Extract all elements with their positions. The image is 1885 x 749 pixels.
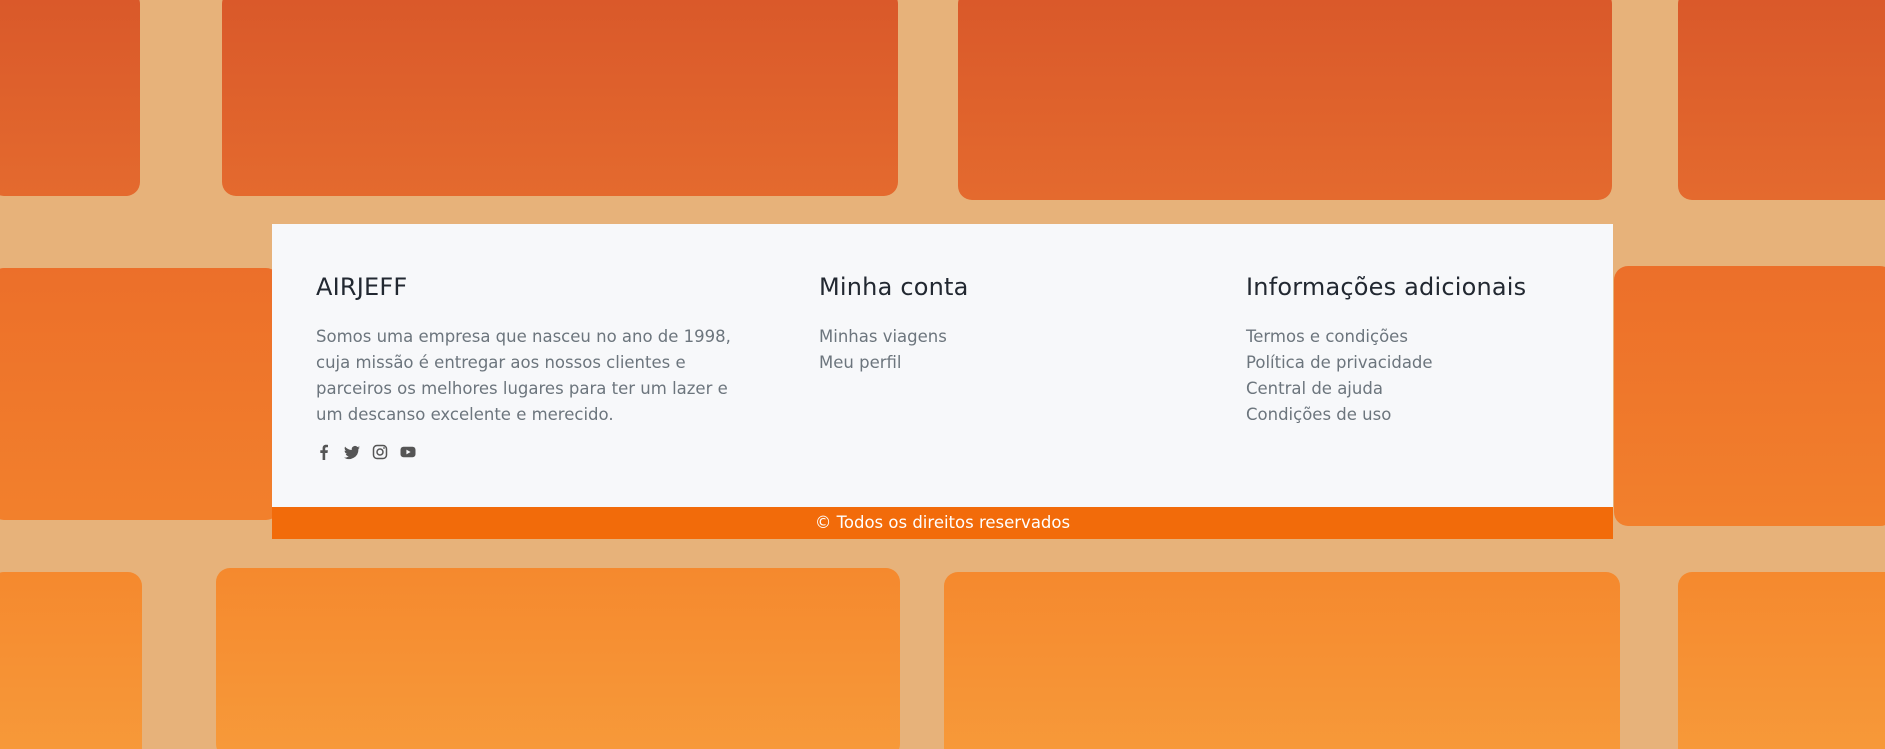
info-title: Informações adicionais xyxy=(1246,273,1527,301)
twitter-icon[interactable] xyxy=(344,444,360,460)
copyright-bar: © Todos os direitos reservados xyxy=(272,507,1613,539)
link-central-ajuda[interactable]: Central de ajuda xyxy=(1246,376,1576,402)
footer-account-column: Minha conta Minhas viagens Meu perfil xyxy=(819,272,1119,376)
info-links: Termos e condições Política de privacida… xyxy=(1246,324,1576,428)
footer-brand-column: AIRJEFF Somos uma empresa que nasceu no … xyxy=(316,272,756,460)
account-title: Minha conta xyxy=(819,273,969,301)
facebook-icon[interactable] xyxy=(316,444,332,460)
link-minhas-viagens[interactable]: Minhas viagens xyxy=(819,324,1119,350)
brand-title: AIRJEFF xyxy=(316,273,408,301)
social-links xyxy=(316,444,756,460)
site-footer: AIRJEFF Somos uma empresa que nasceu no … xyxy=(272,224,1613,539)
link-termos[interactable]: Termos e condições xyxy=(1246,324,1576,350)
brand-description: Somos uma empresa que nasceu no ano de 1… xyxy=(316,327,731,424)
link-meu-perfil[interactable]: Meu perfil xyxy=(819,350,1119,376)
link-condicoes-uso[interactable]: Condições de uso xyxy=(1246,402,1576,428)
account-links: Minhas viagens Meu perfil xyxy=(819,324,1119,376)
youtube-icon[interactable] xyxy=(400,444,416,460)
instagram-icon[interactable] xyxy=(372,444,388,460)
link-privacidade[interactable]: Política de privacidade xyxy=(1246,350,1576,376)
footer-info-column: Informações adicionais Termos e condiçõe… xyxy=(1246,272,1576,428)
